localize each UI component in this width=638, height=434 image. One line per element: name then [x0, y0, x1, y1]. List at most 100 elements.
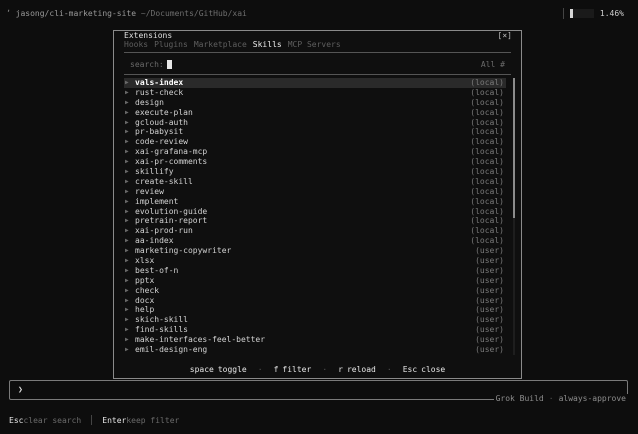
skill-name: aa-index — [135, 236, 174, 246]
scrollbar-thumb[interactable] — [513, 78, 515, 218]
keybinding-close[interactable]: Esc close — [403, 365, 446, 374]
list-item[interactable]: ▶ pretrain-report (local) — [124, 216, 506, 226]
list-item[interactable]: ▶ xai-prod-run (local) — [124, 226, 506, 236]
skill-scope: (local) — [470, 97, 504, 107]
skill-scope: (user) — [475, 325, 504, 335]
skill-scope: (user) — [475, 315, 504, 325]
skill-scope: (local) — [470, 137, 504, 147]
search-input[interactable] — [166, 59, 172, 69]
dialog-title: Extensions — [124, 31, 173, 40]
list-item[interactable]: ▶ pr-babysit (local) — [124, 127, 506, 137]
list-item[interactable]: ▶ evolution-guide (local) — [124, 207, 506, 217]
skill-name: gcloud-auth — [135, 117, 188, 127]
skill-name: help — [135, 305, 155, 315]
skill-list: ▶ vals-index (local) ▶ rust-check (local) ▶ des… — [124, 78, 506, 355]
list-item[interactable]: ▶ review (local) — [124, 187, 506, 197]
skill-scope: (user) — [475, 285, 504, 295]
expand-arrow-icon: ▶ — [125, 306, 129, 314]
skill-name: marketing-copywriter — [135, 246, 232, 256]
skill-scope: (user) — [475, 246, 504, 256]
list-item[interactable]: ▶ make-interfaces-feel-better (user) — [124, 335, 506, 345]
list-item[interactable]: ▶ gcloud-auth (local) — [124, 118, 506, 128]
keybinding-toggle[interactable]: space toggle — [190, 365, 247, 374]
expand-arrow-icon: ▶ — [125, 257, 129, 265]
close-button[interactable]: [×] — [498, 31, 512, 40]
list-item[interactable]: ▶ check (user) — [124, 286, 506, 296]
list-item[interactable]: ▶ create-skill (local) — [124, 177, 506, 187]
expand-arrow-icon: ▶ — [125, 79, 129, 86]
expand-arrow-icon: ▶ — [125, 148, 129, 156]
list-item[interactable]: ▶ design (local) — [124, 98, 506, 108]
list-item[interactable]: ▶ vals-index (local) — [124, 78, 506, 88]
tab-plugins[interactable]: Plugins — [154, 40, 188, 49]
tab-marketplace[interactable]: Marketplace — [194, 40, 247, 49]
skill-name: docx — [135, 295, 155, 305]
list-item[interactable]: ▶ docx (user) — [124, 296, 506, 306]
expand-arrow-icon: ▶ — [125, 296, 129, 304]
expand-arrow-icon: ▶ — [125, 197, 129, 205]
hint-divider — [91, 415, 93, 425]
expand-arrow-icon: ▶ — [125, 326, 129, 334]
list-item[interactable]: ▶ skich-skill (user) — [124, 315, 506, 325]
list-item[interactable]: ▶ emil-design-eng (user) — [124, 345, 506, 355]
expand-arrow-icon: ▶ — [125, 88, 129, 96]
scrollbar[interactable] — [513, 78, 515, 355]
skill-name: emil-design-eng — [135, 345, 208, 355]
keybinding-action: reload — [346, 365, 376, 374]
tab-divider — [124, 52, 511, 53]
expand-arrow-icon: ▶ — [125, 247, 129, 255]
tab-mcp-servers[interactable]: MCP Servers — [288, 40, 341, 49]
hint-text: clear search — [23, 415, 82, 425]
skill-name: check — [135, 285, 160, 295]
skill-scope: (local) — [470, 87, 504, 97]
list-item[interactable]: ▶ skillify (local) — [124, 167, 506, 177]
skill-name: design — [135, 97, 164, 107]
search-divider — [124, 74, 511, 75]
search-label: search: — [130, 59, 164, 69]
skill-name: implement — [135, 196, 179, 206]
list-item[interactable]: ▶ marketing-copywriter (user) — [124, 246, 506, 256]
expand-arrow-icon: ▶ — [125, 98, 129, 106]
terminal-window: ʼ jasong/cli-marketing-site ~/Documents/… — [0, 0, 638, 434]
list-item[interactable]: ▶ code-review (local) — [124, 137, 506, 147]
list-item[interactable]: ▶ best-of-n (user) — [124, 266, 506, 276]
list-item[interactable]: ▶ help (user) — [124, 305, 506, 315]
list-item[interactable]: ▶ xai-grafana-mcp (local) — [124, 147, 506, 157]
list-item[interactable]: ▶ xlsx (user) — [124, 256, 506, 266]
expand-arrow-icon: ▶ — [125, 158, 129, 166]
keybinding-key: space — [189, 365, 214, 374]
list-item[interactable]: ▶ aa-index (local) — [124, 236, 506, 246]
keybinding-reload[interactable]: r reload — [338, 365, 376, 374]
expand-arrow-icon: ▶ — [125, 316, 129, 324]
usage-bar-fill — [571, 9, 574, 18]
usage-percent: 1.46% — [599, 9, 624, 18]
search-row[interactable]: search: All # — [130, 59, 505, 69]
list-item[interactable]: ▶ pptx (user) — [124, 276, 506, 286]
skill-scope: (local) — [470, 236, 504, 246]
keybinding-filter[interactable]: f filter — [274, 365, 312, 374]
skill-scope: (user) — [475, 256, 504, 266]
hint-key: Esc — [9, 415, 24, 425]
tab-hooks[interactable]: Hooks — [124, 40, 148, 49]
tab-skills[interactable]: Skills — [253, 40, 282, 49]
expand-arrow-icon: ▶ — [125, 237, 129, 245]
usage-divider — [562, 8, 564, 19]
keybinding-key: Esc — [402, 365, 418, 374]
expand-arrow-icon: ▶ — [125, 266, 129, 274]
list-item[interactable]: ▶ rust-check (local) — [124, 88, 506, 98]
skill-name: execute-plan — [135, 107, 193, 117]
skill-name: evolution-guide — [135, 206, 208, 216]
tab-bar: Hooks Plugins Marketplace Skills MCP Servers — [124, 40, 341, 49]
expand-arrow-icon: ▶ — [125, 118, 129, 126]
list-item[interactable]: ▶ xai-pr-comments (local) — [124, 157, 506, 167]
list-item[interactable]: ▶ find-skills (user) — [124, 325, 506, 335]
skill-name: xai-grafana-mcp — [135, 147, 208, 157]
keybinding-action: close — [421, 365, 446, 374]
usage-bar — [569, 9, 594, 18]
list-item[interactable]: ▶ implement (local) — [124, 197, 506, 207]
skill-scope: (local) — [470, 157, 504, 167]
skill-scope: (local) — [470, 186, 504, 196]
filter-indicator[interactable]: All # — [481, 60, 505, 69]
expand-arrow-icon: ▶ — [125, 346, 129, 354]
list-item[interactable]: ▶ execute-plan (local) — [124, 108, 506, 118]
